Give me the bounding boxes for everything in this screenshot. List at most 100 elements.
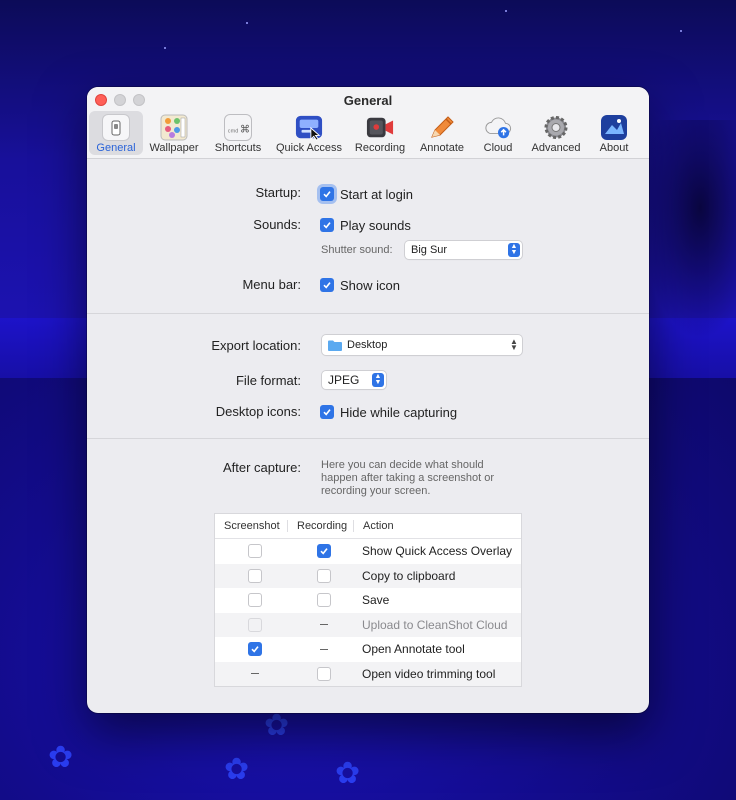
- preferences-window: General General Wallpaper cmd ⌘ Shortcuts: [87, 87, 649, 713]
- recording-checkbox[interactable]: [317, 666, 331, 681]
- recording-cell: [295, 648, 353, 650]
- tab-label: Shortcuts: [214, 142, 262, 154]
- table-row: Copy to clipboard: [215, 563, 521, 588]
- video-camera-icon: [366, 114, 394, 141]
- dash-icon: [320, 624, 328, 626]
- menu-bar-label: Menu bar:: [242, 277, 301, 292]
- quick-access-icon: [295, 114, 323, 141]
- export-location-value: Desktop: [347, 339, 388, 351]
- column-header-action[interactable]: Action: [353, 520, 521, 532]
- show-icon-option[interactable]: Show icon: [320, 275, 400, 295]
- hide-while-capturing-option[interactable]: Hide while capturing: [320, 402, 457, 422]
- star-icon: [505, 10, 507, 12]
- screenshot-cell: [215, 544, 295, 559]
- file-format-value: JPEG: [328, 373, 360, 387]
- file-format-label: File format:: [235, 373, 301, 388]
- start-at-login-checkbox[interactable]: [320, 187, 334, 201]
- wallpaper-palm: [640, 120, 736, 340]
- tab-label: About: [599, 142, 629, 154]
- shutter-sound-label: Shutter sound:: [321, 244, 393, 256]
- after-capture-label: After capture:: [222, 460, 301, 475]
- show-icon-checkbox[interactable]: [320, 278, 334, 292]
- general-section: Startup: Start at login Sounds: Play sou…: [87, 159, 649, 314]
- flower-icon: ✿: [264, 709, 290, 742]
- after-capture-description: Here you can decide what should happen a…: [321, 459, 495, 497]
- flower-icon: ✿: [224, 753, 250, 786]
- preferences-toolbar: General Wallpaper cmd ⌘ Shortcuts Quick A…: [89, 111, 649, 155]
- folder-icon: [328, 340, 342, 351]
- table-row: Open Annotate tool: [215, 637, 521, 662]
- table-row: Open video trimming tool: [215, 661, 521, 686]
- export-location-label: Export location:: [211, 338, 301, 353]
- recording-cell: [295, 568, 353, 583]
- export-section: Export location: Desktop ▲ ▼ File format:…: [87, 314, 649, 439]
- titlebar: General General Wallpaper cmd ⌘ Shortcuts: [87, 87, 649, 159]
- startup-label: Startup:: [255, 185, 301, 200]
- shutter-sound-select[interactable]: Big Sur ▲ ▼: [405, 241, 522, 259]
- chevron-updown-icon: ▲ ▼: [510, 337, 518, 352]
- tab-label: Cloud: [483, 142, 513, 154]
- tab-cloud[interactable]: Cloud: [471, 111, 525, 155]
- chevron-updown-icon: ▲ ▼: [372, 373, 384, 387]
- recording-checkbox[interactable]: [317, 544, 331, 559]
- start-at-login-label: Start at login: [340, 186, 413, 202]
- file-format-select[interactable]: JPEG ▲ ▼: [322, 371, 386, 389]
- action-label: Open video trimming tool: [362, 666, 496, 681]
- svg-text:⌘: ⌘: [240, 125, 250, 136]
- tab-about[interactable]: About: [587, 111, 641, 155]
- recording-checkbox[interactable]: [317, 568, 331, 583]
- tab-label: Annotate: [419, 142, 465, 154]
- screenshot-checkbox[interactable]: [248, 642, 262, 657]
- show-icon-label: Show icon: [340, 277, 400, 293]
- window-title: General: [343, 93, 393, 108]
- tab-label: General: [96, 142, 136, 154]
- screenshot-checkbox-disabled: [248, 617, 262, 632]
- hide-while-capturing-checkbox[interactable]: [320, 405, 334, 419]
- tab-annotate[interactable]: Annotate: [413, 111, 471, 155]
- keyboard-shortcut-icon: cmd ⌘: [224, 114, 252, 141]
- play-sounds-option[interactable]: Play sounds: [320, 215, 411, 235]
- gear-icon: [542, 114, 570, 141]
- tab-wallpaper[interactable]: Wallpaper: [143, 111, 205, 155]
- chevron-updown-icon: ▲ ▼: [508, 243, 520, 257]
- app-icon: [600, 114, 628, 141]
- sounds-label: Sounds:: [253, 217, 301, 232]
- screenshot-cell: [215, 617, 295, 632]
- dash-icon: [320, 648, 328, 650]
- tab-advanced[interactable]: Advanced: [525, 111, 587, 155]
- table-row: Show Quick Access Overlay: [215, 539, 521, 564]
- column-header-screenshot[interactable]: Screenshot: [215, 520, 287, 532]
- screenshot-cell: [215, 673, 295, 675]
- tab-label: Advanced: [531, 142, 581, 154]
- screenshot-checkbox[interactable]: [248, 593, 262, 608]
- start-at-login-option[interactable]: Start at login: [320, 184, 413, 204]
- table-body: Show Quick Access Overlay Copy to clipboa…: [215, 539, 521, 686]
- tab-label: Recording: [354, 142, 406, 154]
- tab-label: Wallpaper: [149, 142, 199, 154]
- play-sounds-checkbox[interactable]: [320, 218, 334, 232]
- cloud-upload-icon: [484, 114, 512, 141]
- action-label: Save: [362, 593, 390, 608]
- export-location-select[interactable]: Desktop ▲ ▼: [322, 335, 522, 355]
- content-area: Startup: Start at login Sounds: Play sou…: [87, 159, 649, 713]
- tab-quick-access[interactable]: Quick Access: [271, 111, 347, 155]
- recording-cell: [295, 624, 353, 626]
- recording-checkbox[interactable]: [317, 593, 331, 608]
- tab-general[interactable]: General: [89, 111, 143, 155]
- flower-icon: ✿: [48, 741, 74, 774]
- pencil-icon: [428, 114, 456, 141]
- after-capture-table: Screenshot Recording Action Show Quick A…: [214, 513, 522, 687]
- hide-while-capturing-label: Hide while capturing: [340, 404, 458, 420]
- action-label: Show Quick Access Overlay: [362, 544, 513, 559]
- desktop-icons-label: Desktop icons:: [215, 404, 301, 419]
- screenshot-cell: [215, 568, 295, 583]
- screenshot-checkbox[interactable]: [248, 568, 262, 583]
- screenshot-checkbox[interactable]: [248, 544, 262, 559]
- recording-cell: [295, 544, 353, 559]
- dash-icon: [251, 673, 259, 675]
- tab-shortcuts[interactable]: cmd ⌘ Shortcuts: [205, 111, 271, 155]
- tab-label: Quick Access: [275, 142, 343, 154]
- column-header-recording[interactable]: Recording: [287, 520, 353, 532]
- recording-cell: [295, 593, 353, 608]
- tab-recording[interactable]: Recording: [347, 111, 413, 155]
